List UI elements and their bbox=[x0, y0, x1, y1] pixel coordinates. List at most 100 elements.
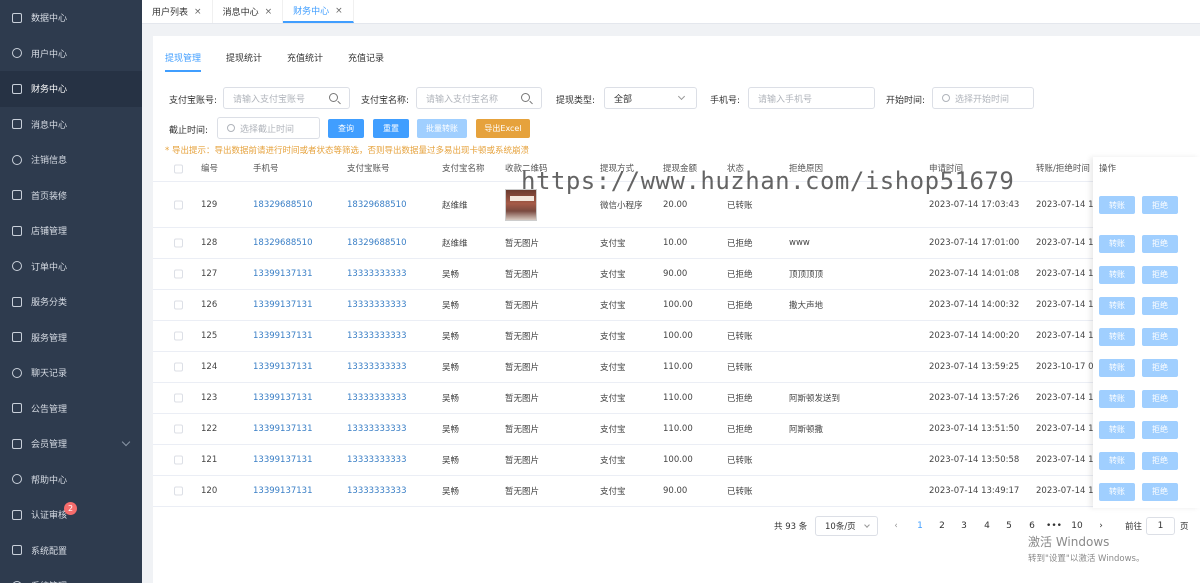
sidebar-item[interactable]: 认证审核 2 bbox=[0, 497, 142, 533]
sidebar-item[interactable]: 系统管理 bbox=[0, 568, 142, 583]
cell-phone[interactable]: 13399137131 bbox=[253, 331, 313, 341]
cell-alipay-account[interactable]: 13333333333 bbox=[347, 269, 407, 279]
cell-alipay-account[interactable]: 13333333333 bbox=[347, 393, 407, 403]
cell-phone[interactable]: 13399137131 bbox=[253, 424, 313, 434]
cell-alipay-account[interactable]: 13333333333 bbox=[347, 424, 407, 434]
cell-alipay-account[interactable]: 13333333333 bbox=[347, 486, 407, 496]
row-checkbox[interactable] bbox=[174, 455, 183, 465]
end-time-picker[interactable]: 选择截止时间 bbox=[217, 117, 320, 139]
cell-alipay-account[interactable]: 13333333333 bbox=[347, 362, 407, 372]
cell-alipay-account[interactable]: 18329688510 bbox=[347, 200, 407, 210]
cell-phone[interactable]: 13399137131 bbox=[253, 362, 313, 372]
row-checkbox[interactable] bbox=[174, 269, 183, 279]
sidebar-item[interactable]: 服务分类 bbox=[0, 284, 142, 320]
transfer-button[interactable]: 转账 bbox=[1099, 358, 1135, 377]
page-number[interactable]: 2 bbox=[932, 517, 952, 535]
cell-phone[interactable]: 13399137131 bbox=[253, 455, 313, 465]
cell-phone[interactable]: 18329688510 bbox=[253, 238, 313, 248]
sub-tab[interactable]: 充值记录 bbox=[348, 48, 384, 72]
row-checkbox[interactable] bbox=[174, 238, 183, 248]
sidebar-item[interactable]: 会员管理 bbox=[0, 426, 142, 462]
row-checkbox[interactable] bbox=[174, 300, 183, 310]
reject-button[interactable]: 拒绝 bbox=[1142, 296, 1178, 315]
cell-phone[interactable]: 13399137131 bbox=[253, 300, 313, 310]
search-icon[interactable] bbox=[329, 93, 338, 102]
cell-phone[interactable]: 18329688510 bbox=[253, 200, 313, 210]
row-checkbox[interactable] bbox=[174, 486, 183, 496]
phone-input[interactable]: 请输入手机号 bbox=[748, 87, 875, 109]
cell-alipay-account[interactable]: 13333333333 bbox=[347, 455, 407, 465]
prev-page-button[interactable]: ‹ bbox=[886, 517, 906, 535]
start-time-picker[interactable]: 选择开始时间 bbox=[932, 87, 1034, 109]
sidebar-item[interactable]: 系统配置 bbox=[0, 533, 142, 569]
tab[interactable]: 消息中心 × bbox=[213, 0, 284, 23]
cell-alipay-account[interactable]: 18329688510 bbox=[347, 238, 407, 248]
row-actions: 转账 拒绝 bbox=[1099, 196, 1178, 214]
row-checkbox[interactable] bbox=[174, 331, 183, 341]
page-number[interactable]: 3 bbox=[954, 517, 974, 535]
goto-page-input[interactable]: 1 bbox=[1146, 517, 1175, 535]
transfer-button[interactable]: 转账 bbox=[1099, 327, 1135, 346]
transfer-button[interactable]: 转账 bbox=[1099, 296, 1135, 315]
close-icon[interactable]: × bbox=[194, 7, 202, 17]
row-checkbox[interactable] bbox=[174, 393, 183, 403]
sidebar-item[interactable]: 数据中心 bbox=[0, 0, 142, 36]
sidebar-item[interactable]: 财务中心 bbox=[0, 71, 142, 107]
reset-button[interactable]: 重置 bbox=[373, 119, 409, 138]
sidebar-item[interactable]: 订单中心 bbox=[0, 249, 142, 285]
search-icon[interactable] bbox=[521, 93, 530, 102]
reject-button[interactable]: 拒绝 bbox=[1142, 327, 1178, 346]
reject-button[interactable]: 拒绝 bbox=[1142, 265, 1178, 284]
alipay-account-input[interactable]: 请输入支付宝账号 bbox=[223, 87, 350, 109]
export-excel-button[interactable]: 导出Excel bbox=[476, 119, 530, 138]
reject-button[interactable]: 拒绝 bbox=[1142, 389, 1178, 408]
transfer-button[interactable]: 转账 bbox=[1099, 389, 1135, 408]
sidebar-item[interactable]: 聊天记录 bbox=[0, 355, 142, 391]
sidebar-item[interactable]: 店铺管理 bbox=[0, 213, 142, 249]
cell-phone[interactable]: 13399137131 bbox=[253, 269, 313, 279]
reject-button[interactable]: 拒绝 bbox=[1142, 196, 1178, 214]
withdraw-type-select[interactable]: 全部 bbox=[604, 87, 697, 109]
page-number[interactable]: 5 bbox=[999, 517, 1019, 535]
sidebar-item[interactable]: 用户中心 bbox=[0, 36, 142, 72]
reject-button[interactable]: 拒绝 bbox=[1142, 420, 1178, 439]
transfer-button[interactable]: 转账 bbox=[1099, 451, 1135, 470]
page-number[interactable]: 1 bbox=[910, 517, 930, 535]
select-all-checkbox[interactable] bbox=[174, 164, 183, 174]
batch-transfer-button[interactable]: 批量转账 bbox=[417, 119, 467, 138]
sub-tab[interactable]: 充值统计 bbox=[287, 48, 323, 72]
reject-button[interactable]: 拒绝 bbox=[1142, 358, 1178, 377]
sub-tab[interactable]: 提现统计 bbox=[226, 48, 262, 72]
page-size-select[interactable]: 10条/页 bbox=[815, 516, 878, 536]
cell-phone[interactable]: 13399137131 bbox=[253, 486, 313, 496]
cell-alipay-account[interactable]: 13333333333 bbox=[347, 300, 407, 310]
cell-phone[interactable]: 13399137131 bbox=[253, 393, 313, 403]
sidebar-item[interactable]: 注销信息 bbox=[0, 142, 142, 178]
sub-tab[interactable]: 提现管理 bbox=[165, 48, 202, 72]
sidebar-item[interactable]: 首页装修 bbox=[0, 178, 142, 214]
transfer-button[interactable]: 转账 bbox=[1099, 482, 1135, 501]
sidebar-item[interactable]: 公告管理 bbox=[0, 391, 142, 427]
alipay-name-input[interactable]: 请输入支付宝名称 bbox=[416, 87, 542, 109]
close-icon[interactable]: × bbox=[265, 7, 273, 17]
transfer-button[interactable]: 转账 bbox=[1099, 265, 1135, 284]
cell-alipay-account[interactable]: 13333333333 bbox=[347, 331, 407, 341]
tab[interactable]: 用户列表 × bbox=[142, 0, 213, 23]
qr-code-image[interactable] bbox=[505, 188, 537, 221]
transfer-button[interactable]: 转账 bbox=[1099, 420, 1135, 439]
tab[interactable]: 财务中心 × bbox=[283, 0, 354, 23]
row-checkbox[interactable] bbox=[174, 362, 183, 372]
sidebar-item[interactable]: 帮助中心 bbox=[0, 462, 142, 498]
sidebar-item[interactable]: 服务管理 bbox=[0, 320, 142, 356]
transfer-button[interactable]: 转账 bbox=[1099, 234, 1135, 253]
reject-button[interactable]: 拒绝 bbox=[1142, 482, 1178, 501]
sidebar-item[interactable]: 消息中心 bbox=[0, 107, 142, 143]
reject-button[interactable]: 拒绝 bbox=[1142, 451, 1178, 470]
reject-button[interactable]: 拒绝 bbox=[1142, 234, 1178, 253]
row-checkbox[interactable] bbox=[174, 200, 183, 209]
page-number[interactable]: 4 bbox=[977, 517, 997, 535]
close-icon[interactable]: × bbox=[335, 6, 343, 16]
transfer-button[interactable]: 转账 bbox=[1099, 196, 1135, 214]
query-button[interactable]: 查询 bbox=[328, 119, 364, 138]
row-checkbox[interactable] bbox=[174, 424, 183, 434]
